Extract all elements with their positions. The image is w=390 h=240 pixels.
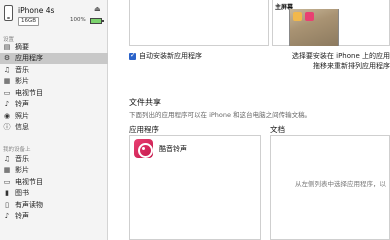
ringtone-app-icon — [134, 139, 153, 158]
device-header[interactable]: iPhone 4s ⏏ 16GB 100% — [0, 0, 108, 34]
eject-icon[interactable]: ⏏ — [94, 5, 101, 13]
sidebar-item-summary[interactable]: ▤ 摘要 — [0, 41, 108, 53]
summary-icon: ▤ — [3, 42, 11, 51]
sidebar-item-label: 摘要 — [15, 42, 29, 51]
ondevice-nav: ♫ 音乐 ▦ 影片 ▭ 电视节目 ▮ 图书 ▯ 有声读物 ♪ 铃声 — [0, 153, 108, 222]
auto-install-option[interactable]: 自动安装新应用程序 — [129, 51, 202, 61]
ondevice-item-audiobooks[interactable]: ▯ 有声读物 — [0, 199, 108, 211]
music-icon: ♫ — [3, 154, 11, 163]
ondevice-item-books[interactable]: ▮ 图书 — [0, 188, 108, 200]
sidebar-item-info[interactable]: ⓘ 信息 — [0, 122, 108, 134]
ondevice-item-tv[interactable]: ▭ 电视节目 — [0, 176, 108, 188]
homescreen-box[interactable]: 主屏幕 — [272, 0, 390, 46]
battery-percent: 100% — [70, 17, 86, 23]
bell-icon: ♪ — [4, 212, 10, 221]
auto-install-checkbox[interactable] — [129, 51, 136, 60]
sidebar-item-label: 照片 — [15, 111, 29, 120]
device-name: iPhone 4s — [18, 6, 55, 15]
bell-icon: ♪ — [4, 100, 10, 109]
music-icon: ♫ — [3, 65, 11, 74]
sidebar-item-ringtones[interactable]: ♪ 铃声 — [0, 99, 108, 111]
file-sharing-title: 文件共享 — [129, 98, 161, 107]
sidebar-item-label: 音乐 — [15, 154, 29, 163]
sidebar-item-label: 信息 — [15, 123, 29, 132]
storage-badge: 16GB — [18, 17, 40, 26]
sidebar-item-movies[interactable]: ▦ 影片 — [0, 76, 108, 88]
apps-column-header: 应用程序 — [129, 125, 159, 134]
sidebar-item-photos[interactable]: ◉ 照片 — [0, 110, 108, 122]
app-name: 酷音铃声 — [159, 144, 187, 153]
audiobook-icon: ▯ — [5, 200, 9, 209]
settings-nav: ▤ 摘要 ⚙ 应用程序 ♫ 音乐 ▦ 影片 ▭ 电视节目 ♪ 铃声 ◉ 照片 ⓘ — [0, 41, 108, 133]
info-icon: ⓘ — [3, 123, 11, 132]
sidebar-item-label: 影片 — [15, 77, 29, 86]
movie-icon: ▦ — [3, 77, 11, 86]
homescreen-desc-line1: 选择要安装在 iPhone 上的应用 — [291, 52, 390, 60]
sidebar-item-label: 有声读物 — [15, 200, 43, 209]
sidebar-item-apps[interactable]: ⚙ 应用程序 — [0, 52, 108, 64]
homescreen-desc-line2: 拖移来重新排列应用程序 — [313, 62, 390, 70]
list-item[interactable]: 酷音铃声 — [134, 139, 187, 158]
sidebar-item-label: 图书 — [15, 189, 29, 198]
sidebar-item-label: 电视节目 — [15, 177, 43, 186]
ondevice-item-ringtones[interactable]: ♪ 铃声 — [0, 211, 108, 223]
sidebar-item-label: 电视节目 — [15, 88, 43, 97]
apps-list-box[interactable] — [129, 0, 269, 46]
file-sharing-apps-list[interactable]: 酷音铃声 — [129, 135, 261, 240]
battery-icon — [90, 18, 104, 24]
iphone-icon — [4, 5, 13, 21]
sidebar-item-music[interactable]: ♫ 音乐 — [0, 64, 108, 76]
ondevice-item-music[interactable]: ♫ 音乐 — [0, 153, 108, 165]
apps-icon: ⚙ — [3, 54, 11, 63]
auto-install-label: 自动安装新应用程序 — [139, 52, 202, 60]
file-sharing-desc: 下面列出的应用程序可以在 iPhone 和这台电脑之间传输文稿。 — [129, 111, 312, 119]
sidebar-item-label: 影片 — [15, 166, 29, 175]
tv-icon: ▭ — [3, 177, 11, 186]
ondevice-item-movies[interactable]: ▦ 影片 — [0, 165, 108, 177]
app-icon — [305, 12, 314, 21]
homescreen-preview[interactable] — [289, 9, 339, 46]
book-icon: ▮ — [5, 189, 9, 198]
docs-hint: 从左侧列表中选择应用程序，以 — [295, 180, 386, 188]
app-icon — [293, 12, 302, 21]
documents-box[interactable]: 从左侧列表中选择应用程序，以 — [270, 135, 390, 240]
sidebar-item-label: 应用程序 — [15, 54, 43, 63]
docs-column-header: 文档 — [270, 125, 285, 134]
sidebar-item-tv[interactable]: ▭ 电视节目 — [0, 87, 108, 99]
sidebar-item-label: 音乐 — [15, 65, 29, 74]
sidebar-item-label: 铃声 — [15, 212, 29, 221]
movie-icon: ▦ — [3, 166, 11, 175]
sidebar-item-label: 铃声 — [15, 100, 29, 109]
tv-icon: ▭ — [3, 88, 11, 97]
main-panel: 主屏幕 自动安装新应用程序 选择要安装在 iPhone 上的应用 拖移来重新排列… — [109, 0, 390, 240]
sidebar: iPhone 4s ⏏ 16GB 100% 设置 ▤ 摘要 ⚙ 应用程序 ♫ 音… — [0, 0, 108, 240]
ondevice-section-header: 我的设备上 — [3, 147, 31, 153]
camera-icon: ◉ — [3, 111, 11, 120]
